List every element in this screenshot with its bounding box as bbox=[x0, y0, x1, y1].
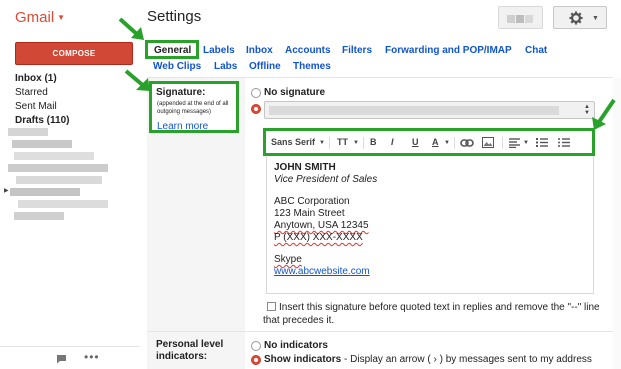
signature-line-street: 123 Main Street bbox=[274, 208, 345, 219]
blurred-pixel bbox=[525, 15, 533, 23]
align-icon[interactable] bbox=[509, 138, 520, 148]
signature-website-link[interactable]: www.abcwebsite.com bbox=[274, 266, 586, 278]
settings-gear-button[interactable]: ▼ bbox=[553, 6, 607, 29]
tab-inbox[interactable]: Inbox bbox=[246, 45, 273, 56]
tab-labs[interactable]: Labs bbox=[214, 61, 237, 72]
signature-note: (appended at the end of all outgoing mes… bbox=[157, 101, 229, 115]
tab-general[interactable]: General bbox=[154, 45, 191, 56]
signature-line-title: Vice President of Sales bbox=[274, 174, 378, 185]
blurred-account bbox=[269, 106, 559, 115]
toolbar-separator bbox=[454, 137, 455, 149]
toolbar-separator bbox=[363, 137, 364, 149]
signature-editor[interactable]: JOHN SMITH Vice President of Sales ABC C… bbox=[266, 156, 594, 294]
gear-icon bbox=[569, 11, 583, 25]
nav-item-sent[interactable]: Sent Mail bbox=[15, 100, 140, 114]
signature-line-city: Anytown, USA 12345 bbox=[274, 220, 369, 231]
blurred-pixel bbox=[507, 15, 515, 23]
no-indicators-label: No indicators bbox=[264, 340, 328, 351]
caret-down-icon[interactable]: ▼ bbox=[353, 140, 359, 146]
signature-line-company: ABC Corporation bbox=[274, 196, 350, 207]
signature-line-name: JOHN SMITH bbox=[274, 162, 336, 173]
tab-accounts[interactable]: Accounts bbox=[285, 45, 331, 56]
nav-divider bbox=[0, 346, 140, 347]
signature-radio[interactable] bbox=[251, 104, 261, 114]
no-signature-radio[interactable] bbox=[251, 88, 261, 98]
section-divider bbox=[147, 331, 613, 332]
caret-down-icon[interactable]: ▼ bbox=[523, 140, 529, 146]
nav-item-inbox[interactable]: Inbox (1) bbox=[15, 72, 140, 86]
no-indicators-radio[interactable] bbox=[251, 341, 261, 351]
bullet-list-icon[interactable] bbox=[558, 137, 570, 148]
tab-offline[interactable]: Offline bbox=[249, 61, 281, 72]
annotation-arrow-icon bbox=[124, 69, 150, 91]
learn-more-link[interactable]: Learn more bbox=[157, 121, 208, 132]
signature-line-blank bbox=[274, 186, 586, 196]
show-indicators-text: Show indicators - Display an arrow ( › )… bbox=[264, 354, 592, 365]
quote-checkbox-label: Insert this signature before quoted text… bbox=[263, 302, 600, 326]
more-dots-icon[interactable]: ••• bbox=[84, 350, 100, 364]
no-signature-label: No signature bbox=[264, 87, 326, 98]
toolbar-separator bbox=[329, 137, 330, 149]
tab-labels[interactable]: Labels bbox=[203, 45, 235, 56]
text-color-button[interactable]: A bbox=[432, 137, 439, 147]
tab-web-clips[interactable]: Web Clips bbox=[153, 61, 201, 72]
tab-chat[interactable]: Chat bbox=[525, 45, 547, 56]
page-title: Settings bbox=[147, 8, 202, 25]
quote-signature-checkbox[interactable] bbox=[267, 302, 276, 311]
signature-account-select[interactable]: ▲ ▼ bbox=[264, 101, 595, 119]
annotation-arrow-icon bbox=[592, 98, 616, 130]
signature-label: Signature: bbox=[156, 87, 206, 98]
caret-down-icon[interactable]: ▼ bbox=[319, 140, 325, 146]
font-size-icon[interactable]: TT bbox=[337, 137, 348, 147]
link-icon[interactable] bbox=[460, 138, 474, 148]
brand-name: Gmail bbox=[15, 9, 55, 26]
caret-down-icon: ▼ bbox=[592, 15, 599, 22]
tab-filters[interactable]: Filters bbox=[342, 45, 372, 56]
annotation-arrow-icon bbox=[118, 17, 144, 40]
nav-item-starred[interactable]: Starred bbox=[15, 86, 140, 100]
caret-right-icon[interactable]: ▶ bbox=[4, 187, 9, 194]
mailbox-nav: Inbox (1) Starred Sent Mail Drafts (110) bbox=[15, 72, 140, 128]
image-icon[interactable] bbox=[482, 137, 494, 148]
tab-forwarding[interactable]: Forwarding and POP/IMAP bbox=[385, 45, 512, 56]
signature-line-blank bbox=[274, 244, 586, 254]
gmail-logo[interactable]: Gmail ▼ bbox=[15, 9, 65, 26]
nav-item-drafts[interactable]: Drafts (110) bbox=[15, 114, 140, 128]
personal-level-label: Personal level indicators: bbox=[156, 339, 224, 362]
show-indicators-radio[interactable] bbox=[251, 355, 261, 365]
blurred-pixel bbox=[516, 15, 524, 23]
caret-down-icon: ▼ bbox=[57, 13, 66, 22]
chat-bubble-icon[interactable] bbox=[56, 354, 67, 364]
signature-format-toolbar: Sans Serif ▼ TT ▼ B I U A ▼ ▼ bbox=[263, 128, 595, 156]
signature-line-skype: Skype bbox=[274, 254, 302, 265]
show-indicators-desc: - Display an arrow ( › ) by messages sen… bbox=[341, 354, 592, 365]
underline-button[interactable]: U bbox=[412, 137, 419, 147]
blurred-labels bbox=[8, 128, 118, 226]
numbered-list-icon[interactable] bbox=[536, 137, 548, 148]
signature-line-phone: P (XXX) XXX-XXXX bbox=[274, 232, 363, 243]
caret-down-icon[interactable]: ▼ bbox=[444, 140, 450, 146]
toolbar-separator bbox=[502, 137, 503, 149]
tab-themes[interactable]: Themes bbox=[293, 61, 331, 72]
show-indicators-label: Show indicators bbox=[264, 354, 342, 365]
account-switcher-button[interactable] bbox=[498, 6, 543, 29]
italic-button[interactable]: I bbox=[391, 137, 394, 147]
font-family-dropdown[interactable]: Sans Serif bbox=[271, 137, 315, 147]
bold-button[interactable]: B bbox=[370, 137, 377, 147]
compose-button[interactable]: COMPOSE bbox=[15, 42, 133, 65]
